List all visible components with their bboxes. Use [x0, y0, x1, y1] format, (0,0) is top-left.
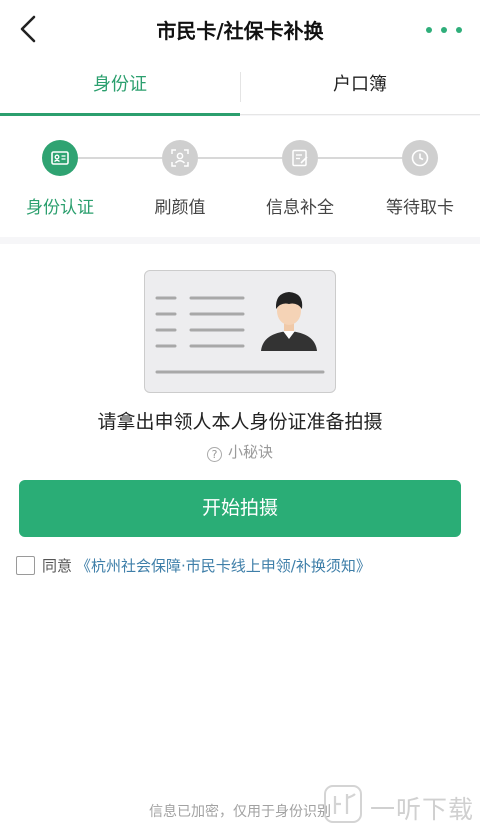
- agreement-link[interactable]: 《杭州社会保障·市民卡线上申领/补换须知》: [76, 555, 371, 576]
- agreement-checkbox[interactable]: [16, 556, 35, 575]
- clock-icon: [411, 149, 429, 167]
- step-connector: [198, 157, 282, 159]
- id-card-icon: [51, 151, 69, 165]
- more-button[interactable]: [424, 22, 464, 36]
- tab-id-card[interactable]: 身份证: [0, 58, 240, 116]
- step-connector: [78, 157, 162, 159]
- page-title: 市民卡/社保卡补换: [156, 19, 324, 43]
- question-circle-icon: ?: [206, 447, 222, 462]
- step-4-label: 等待取卡: [386, 198, 454, 218]
- step-3-label: 信息补全: [266, 198, 334, 218]
- step-2-label: 刷颜值: [154, 198, 206, 218]
- face-scan-icon: [171, 149, 189, 167]
- main-content: 请拿出申领人本人身份证准备拍摄 ? 小秘诀 开始拍摄 同意 《杭州社会保障·市民卡…: [0, 244, 480, 829]
- top-bar: 市民卡/社保卡补换: [0, 0, 480, 58]
- step-1-label: 身份认证: [26, 198, 94, 218]
- tips-label: 小秘诀: [227, 443, 273, 461]
- instruction-text: 请拿出申领人本人身份证准备拍摄: [97, 411, 383, 433]
- step-2-indicator: [162, 140, 198, 176]
- edit-form-icon: [292, 149, 308, 167]
- step-4-indicator: [402, 140, 438, 176]
- agreement-prefix: 同意: [42, 557, 73, 575]
- tips-link[interactable]: ? 小秘诀: [0, 441, 480, 463]
- step-3-indicator: [282, 140, 318, 176]
- step-1-indicator: [42, 140, 78, 176]
- tab-household-register[interactable]: 户口簿: [240, 58, 480, 115]
- start-capture-button[interactable]: 开始拍摄: [19, 480, 461, 537]
- step-connector: [318, 157, 402, 159]
- avatar: [261, 292, 317, 351]
- watermark-logo-icon: [324, 785, 362, 823]
- agreement-row: 同意 《杭州社会保障·市民卡线上申领/补换须知》: [16, 555, 466, 577]
- id-card-illustration: [144, 270, 336, 393]
- progress-steps: 身份认证 刷颜值 信息补全 等待取卡: [0, 116, 480, 237]
- document-tabs: 身份证 户口簿: [0, 58, 480, 116]
- watermark-text: 一听下载: [370, 795, 475, 824]
